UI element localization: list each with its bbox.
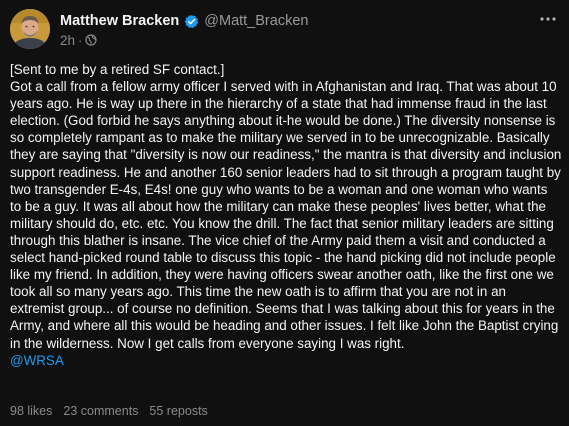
- comments-count[interactable]: 23 comments: [63, 404, 138, 418]
- post-header: Matthew Bracken @Matt_Bracken: [60, 11, 308, 31]
- mention-link[interactable]: @WRSA: [10, 353, 64, 368]
- post-stats: 98 likes 23 comments 55 reposts: [10, 404, 219, 418]
- reposts-count[interactable]: 55 reposts: [149, 404, 207, 418]
- post-paragraph-main: Got a call from a fellow army officer I …: [10, 79, 562, 351]
- more-options-button[interactable]: [537, 11, 559, 27]
- author-display-name[interactable]: Matthew Bracken: [60, 13, 179, 29]
- globe-icon: [85, 34, 97, 46]
- post-paragraph-intro: [Sent to me by a retired SF contact.]: [10, 62, 225, 77]
- likes-count[interactable]: 98 likes: [10, 404, 52, 418]
- post-body: [Sent to me by a retired SF contact.] Go…: [10, 61, 562, 369]
- avatar-photo: [10, 9, 50, 49]
- post-timestamp[interactable]: 2h: [60, 33, 75, 48]
- more-options-icon: [540, 17, 556, 21]
- meta-separator: ·: [78, 32, 83, 48]
- post-meta: 2h ·: [60, 32, 97, 48]
- avatar[interactable]: [10, 9, 50, 49]
- author-handle[interactable]: @Matt_Bracken: [204, 13, 308, 29]
- post: Matthew Bracken @Matt_Bracken 2h · [Sent…: [0, 0, 569, 426]
- verified-badge-icon: [184, 14, 199, 29]
- mention-line: @WRSA: [10, 352, 562, 369]
